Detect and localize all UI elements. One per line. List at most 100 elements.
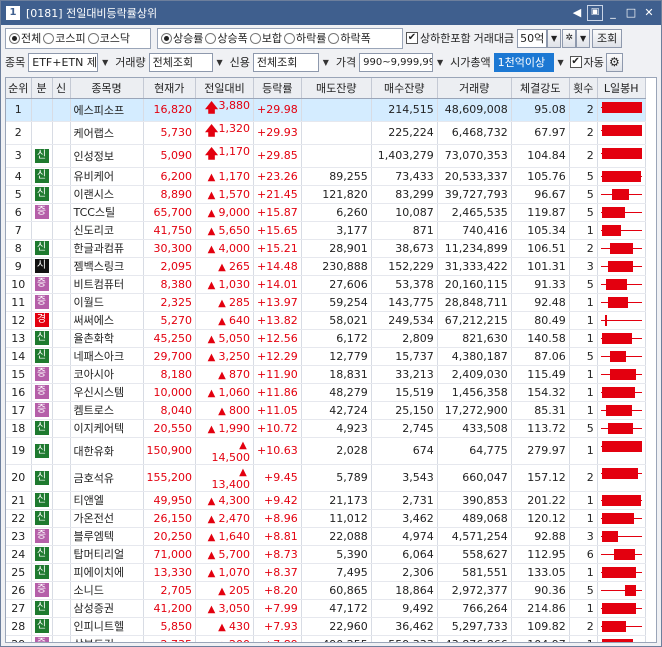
cell-name: 이월드 <box>70 293 144 312</box>
price-select[interactable]: 990~9,999,999 <box>359 52 434 72</box>
cell-name: 율촌화학 <box>70 329 144 348</box>
table-row[interactable]: 11 증 이월드 2,325 ▲ 285 +13.97 59,254 143,775 28,848… <box>6 293 646 312</box>
table-row[interactable]: 19 신 대한유화 150,900 ▲ 14,500 +10.63 2,028 674 64,77… <box>6 437 646 465</box>
table-row[interactable]: 9 시 젬백스링크 2,095 ▲ 265 +14.48 230,888 152,229 31,3… <box>6 257 646 276</box>
table-row[interactable]: 29증삼부토건2,735▲200+7.89490,255559,33343,87… <box>6 635 646 642</box>
cell-price: 2,705 <box>143 581 196 600</box>
trade-amount-select[interactable]: 50억 <box>517 28 548 48</box>
cell-name: 우신시스템 <box>70 383 144 402</box>
radio-flat[interactable]: 보합 <box>249 30 282 46</box>
table-row[interactable]: 3 신 인성정보 5,090 🡅 1,170 +29.85 1,403,279 73,070,3… <box>6 144 646 168</box>
cell-daybar <box>597 365 646 384</box>
radio-market-all[interactable]: 전체 <box>9 30 41 46</box>
cell-bun: 신 <box>31 617 53 636</box>
cell-change: ▲ 14,500 <box>195 437 254 465</box>
table-row[interactable]: 10 증 비트컴퓨터 8,380 ▲ 1,030 +14.01 27,606 53,378 20,… <box>6 275 646 294</box>
cell-strength: 214.86 <box>511 599 570 618</box>
volume-select[interactable]: 전체조회 <box>148 52 213 72</box>
up-triangle-icon: ▲ <box>207 333 216 345</box>
table-row[interactable]: 13 신 율촌화학 45,250 ▲ 5,050 +12.56 6,172 2,809 821,6… <box>6 329 646 348</box>
header-daybar[interactable]: L일봉H <box>597 78 646 99</box>
item-select[interactable]: ETF+ETN 제외 <box>28 52 99 72</box>
radio-fall-rate[interactable]: 하락률 <box>284 30 326 46</box>
price-dropdown-icon[interactable]: ▼ <box>433 54 447 71</box>
cell-name: 써써에스 <box>70 311 144 330</box>
header-change[interactable]: 전일대비 <box>195 78 254 99</box>
daybar-body <box>601 170 642 182</box>
table-row[interactable]: 6 증 TCC스틸 65,700 ▲ 9,000 +15.87 6,260 10,087 2,46… <box>6 203 646 222</box>
cell-sin <box>52 239 71 258</box>
trade-amount-dropdown-icon[interactable]: ▼ <box>547 28 562 48</box>
cell-rate: +8.20 <box>253 581 302 600</box>
table-row[interactable]: 12 경 써써에스 5,270 ▲ 640 +13.82 58,021 249,534 67,21… <box>6 311 646 330</box>
header-sin[interactable]: 신 <box>52 78 71 99</box>
close-icon[interactable]: ✕ <box>641 5 657 21</box>
radio-market-kosdaq[interactable]: 코스닥 <box>87 30 130 46</box>
table-row[interactable]: 14 신 네패스아크 29,700 ▲ 3,250 +12.29 12,779 15,737 4,… <box>6 347 646 366</box>
marketcap-dropdown-icon[interactable]: ▼ <box>554 54 568 71</box>
auto-checkbox[interactable]: ✔ 자동 <box>569 54 604 70</box>
title-bar[interactable]: 1 [0181] 전일대비등락률상위 ◀ ▣ _ □ ✕ <box>1 1 661 25</box>
table-row[interactable]: 1 에스피소프 16,820 🡅 3,880 +29.98 214,515 48,609,00… <box>6 98 646 122</box>
header-name[interactable]: 종목명 <box>70 78 144 99</box>
radio-fall-amount[interactable]: 하락폭 <box>328 30 371 46</box>
cell-price: 30,300 <box>143 239 196 258</box>
cell-change: ▲ 285 <box>195 293 254 312</box>
table-row[interactable]: 15 증 코아시아 8,180 ▲ 870 +11.90 18,831 33,213 2,409,… <box>6 365 646 384</box>
marketcap-select[interactable]: 1천억이상 <box>493 52 554 72</box>
ranking-table[interactable]: 순위 분 신 종목명 현재가 전일대비 등락률 매도잔량 매수잔량 거래량 체결… <box>5 77 657 643</box>
volume-dropdown-icon[interactable]: ▼ <box>213 54 227 71</box>
table-row[interactable]: 5 신 이랜시스 8,890 ▲ 1,570 +21.45 121,820 83,299 39,7… <box>6 185 646 204</box>
header-bun[interactable]: 분 <box>31 78 53 99</box>
table-row[interactable]: 8 신 한글과컴퓨 30,300 ▲ 4,000 +15.21 28,901 38,673 11,… <box>6 239 646 258</box>
spinner-down-icon[interactable]: ▼ <box>576 28 591 48</box>
minimize-icon[interactable]: _ <box>605 5 621 21</box>
header-buy[interactable]: 매수잔량 <box>371 78 438 99</box>
table-row[interactable]: 23 증 블루엠텍 20,250 ▲ 1,640 +8.81 22,088 4,974 4,571… <box>6 527 646 546</box>
table-row[interactable]: 27 신 삼성증권 41,200 ▲ 3,050 +7.99 47,172 9,492 766,2… <box>6 599 646 618</box>
radio-rise-amount[interactable]: 상승폭 <box>205 30 248 46</box>
prev-icon[interactable]: ◀ <box>569 5 585 21</box>
table-row[interactable]: 26 증 소니드 2,705 ▲ 205 +8.20 60,865 18,864 2,972,37… <box>6 581 646 600</box>
table-row[interactable]: 4 신 유비케어 6,200 ▲ 1,170 +23.26 89,255 73,433 20,53… <box>6 167 646 186</box>
include-limit-checkbox[interactable]: ✔ 상하한포함 <box>406 30 471 46</box>
header-rate[interactable]: 등락률 <box>253 78 302 99</box>
header-volume[interactable]: 거래량 <box>437 78 512 99</box>
badge-margin: 증 <box>34 529 49 543</box>
cell-strength: 92.48 <box>511 293 570 312</box>
cell-count: 3 <box>569 527 598 546</box>
table-row[interactable]: 22 신 가온전선 26,150 ▲ 2,470 +8.96 11,012 3,462 489,0… <box>6 509 646 528</box>
table-row[interactable]: 16 증 우신시스템 10,000 ▲ 1,060 +11.86 48,279 15,519 1,… <box>6 383 646 402</box>
table-row[interactable]: 24 신 탑머티리얼 71,000 ▲ 5,700 +8.73 5,390 6,064 558,6… <box>6 545 646 564</box>
table-row[interactable]: 18 신 이지케어텍 20,550 ▲ 1,990 +10.72 4,923 2,745 433,… <box>6 419 646 438</box>
change-value: 14,500 <box>211 450 251 464</box>
header-sell[interactable]: 매도잔량 <box>301 78 372 99</box>
credit-dropdown-icon[interactable]: ▼ <box>319 54 333 71</box>
table-row[interactable]: 20 신 금호석유 155,200 ▲ 13,400 +9.45 5,789 3,543 660,… <box>6 464 646 492</box>
cell-buy: 143,775 <box>371 293 438 312</box>
radio-market-kospi[interactable]: 코스피 <box>43 30 86 46</box>
header-count[interactable]: 횟수 <box>569 78 598 99</box>
search-button[interactable]: 조회 <box>592 28 623 48</box>
up-triangle-icon: ▲ <box>207 567 216 579</box>
maximize-icon[interactable]: □ <box>623 5 639 21</box>
screen-number-icon[interactable]: ▣ <box>587 5 603 21</box>
gear-icon[interactable]: ⚙ <box>605 52 623 72</box>
header-strength[interactable]: 체결강도 <box>511 78 570 99</box>
table-row[interactable]: 25 신 피에이치에 13,330 ▲ 1,070 +8.37 7,495 2,306 581,5… <box>6 563 646 582</box>
header-price[interactable]: 현재가 <box>143 78 196 99</box>
badge-credit: 신 <box>34 443 49 458</box>
header-rank[interactable]: 순위 <box>6 78 32 99</box>
table-row[interactable]: 17 증 켐트로스 8,040 ▲ 800 +11.05 42,724 25,150 17,272… <box>6 401 646 420</box>
credit-select[interactable]: 전체조회 <box>252 52 319 72</box>
table-row[interactable]: 21 신 티앤엘 49,950 ▲ 4,300 +9.42 21,173 2,731 390,85… <box>6 491 646 510</box>
badge-credit: 신 <box>34 187 49 201</box>
up-triangle-icon: ▲ <box>218 315 226 327</box>
settings-spinner-icon[interactable]: ✲ <box>562 28 577 48</box>
cell-rate: +23.26 <box>253 167 302 186</box>
radio-rise-rate[interactable]: 상승률 <box>161 30 203 46</box>
table-row[interactable]: 2 케어랩스 5,730 🡅 1,320 +29.93 225,224 6,468,732 67… <box>6 121 646 145</box>
item-dropdown-icon[interactable]: ▼ <box>98 54 112 71</box>
table-row[interactable]: 28 신 인피니트헬 5,850 ▲ 430 +7.93 22,960 36,462 5,297,… <box>6 617 646 636</box>
table-row[interactable]: 7 신도리코 41,750 ▲ 5,650 +15.65 3,177 871 740,416 10… <box>6 221 646 240</box>
